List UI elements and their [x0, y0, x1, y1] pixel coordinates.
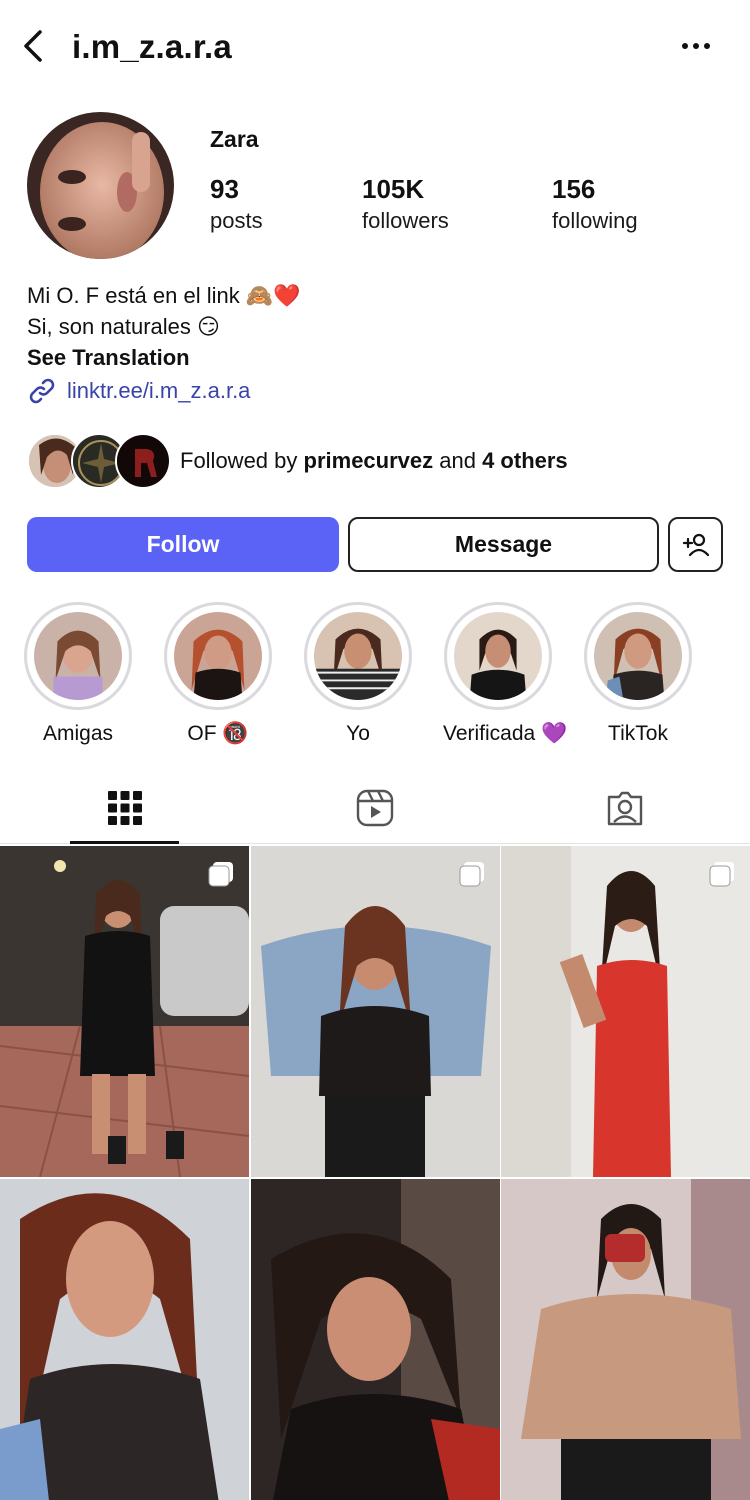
highlight-ring [304, 602, 412, 710]
highlight-label: Yo [346, 722, 370, 745]
mutual-avatar [115, 433, 171, 489]
tab-reels[interactable] [250, 772, 500, 844]
bio-link-text: linktr.ee/i.m_z.a.r.a [67, 378, 251, 403]
highlight-ring [24, 602, 132, 710]
followed-by-row[interactable]: Followed by primecurvez and 4 others [27, 432, 568, 490]
highlight-ring [584, 602, 692, 710]
followers-label: followers [362, 208, 449, 233]
followed-by-middle: and [433, 448, 483, 473]
highlight-cover [454, 612, 542, 700]
post-tile[interactable] [251, 846, 500, 1177]
following-stat[interactable]: 156 following [552, 172, 638, 236]
highlight-label: OF 🔞 [187, 722, 249, 745]
highlight-cover [594, 612, 682, 700]
profile-avatar[interactable] [27, 112, 174, 259]
highlight-cover [34, 612, 122, 700]
tab-tagged[interactable] [500, 772, 750, 844]
multiple-photos-icon [208, 862, 233, 887]
followed-by-name[interactable]: primecurvez [304, 448, 434, 473]
post-tile[interactable] [501, 846, 750, 1177]
top-bar: i.m_z.a.r.a [0, 0, 750, 95]
highlight-verificada[interactable]: Verificada 💜 [443, 602, 568, 746]
reels-icon [356, 789, 394, 827]
post-tile[interactable] [251, 1179, 500, 1500]
highlight-label: Verificada 💜 [443, 722, 568, 745]
follow-button[interactable]: Follow [27, 517, 339, 572]
add-user-icon [682, 533, 709, 556]
see-translation-link[interactable]: See Translation [27, 342, 717, 373]
highlight-amigas[interactable]: Amigas [23, 602, 133, 746]
followers-count: 105K [362, 174, 425, 204]
highlight-ring [164, 602, 272, 710]
post-tile[interactable] [0, 846, 249, 1177]
multiple-photos-icon [459, 862, 484, 887]
bio-line-2: Si, son naturales 😏 [27, 314, 220, 339]
link-icon [29, 378, 55, 403]
more-options-icon[interactable] [680, 34, 712, 58]
active-tab-indicator [70, 841, 179, 844]
bio-line-1: Mi O. F está en el link 🙈❤️ [27, 283, 301, 308]
content-tabs [0, 772, 750, 844]
highlight-cover [174, 612, 262, 700]
bio-link[interactable]: linktr.ee/i.m_z.a.r.a [27, 375, 717, 406]
highlight-label: TikTok [608, 722, 668, 745]
highlight-ring [444, 602, 552, 710]
multiple-photos-icon [709, 862, 734, 887]
following-count: 156 [552, 174, 596, 204]
profile-username: i.m_z.a.r.a [72, 28, 232, 65]
posts-stat[interactable]: 93 posts [210, 172, 263, 236]
following-label: following [552, 208, 638, 233]
posts-label: posts [210, 208, 263, 233]
profile-bio: Mi O. F está en el link 🙈❤️ Si, son natu… [27, 280, 717, 406]
post-tile[interactable] [501, 1179, 750, 1500]
highlight-tiktok[interactable]: TikTok [583, 602, 693, 746]
tagged-icon [607, 791, 643, 826]
highlight-label: Amigas [42, 722, 114, 745]
highlight-cover [314, 612, 402, 700]
highlight-of[interactable]: OF 🔞 [163, 602, 273, 746]
tab-posts-grid[interactable] [0, 772, 250, 844]
mutual-followers-avatars [27, 433, 172, 489]
message-button[interactable]: Message [348, 517, 659, 572]
post-tile[interactable] [0, 1179, 249, 1500]
grid-icon [108, 791, 142, 825]
posts-count: 93 [210, 174, 239, 204]
followed-by-text: Followed by primecurvez and 4 others [180, 448, 568, 474]
followed-by-others[interactable]: 4 others [482, 448, 568, 473]
suggested-users-button[interactable] [668, 517, 723, 572]
highlight-yo[interactable]: Yo [303, 602, 413, 746]
followed-by-prefix: Followed by [180, 448, 304, 473]
followers-stat[interactable]: 105K followers [362, 172, 449, 236]
display-name: Zara [210, 126, 259, 152]
back-arrow-icon[interactable] [18, 28, 48, 64]
